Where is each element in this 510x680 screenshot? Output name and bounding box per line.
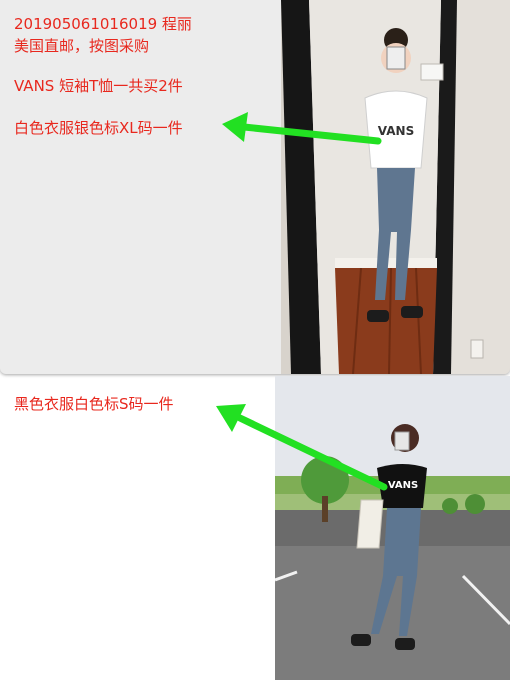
outdoor-black-shirt-photo: VANS (275, 376, 510, 680)
black-shirt-note: 黑色衣服白色标S码一件 (14, 395, 174, 413)
order-number-and-name: 201905061016019 程丽 (14, 15, 192, 33)
black-shirt-logo-text: VANS (388, 480, 418, 491)
white-shirt-note: 白色衣服银色标XL码一件 (14, 119, 183, 137)
white-shirt-logo-text: VANS (378, 124, 414, 138)
mirror-selfie-white-shirt-photo: VANS (281, 0, 510, 374)
product-summary: VANS 短袖T恤一共买2件 (14, 77, 183, 95)
arrow-head-bottom (216, 404, 246, 432)
note-card: 201905061016019 程丽 美国直邮，按图采购 VANS 短袖T恤一共… (0, 0, 510, 374)
shipping-note: 美国直邮，按图采购 (14, 37, 150, 55)
